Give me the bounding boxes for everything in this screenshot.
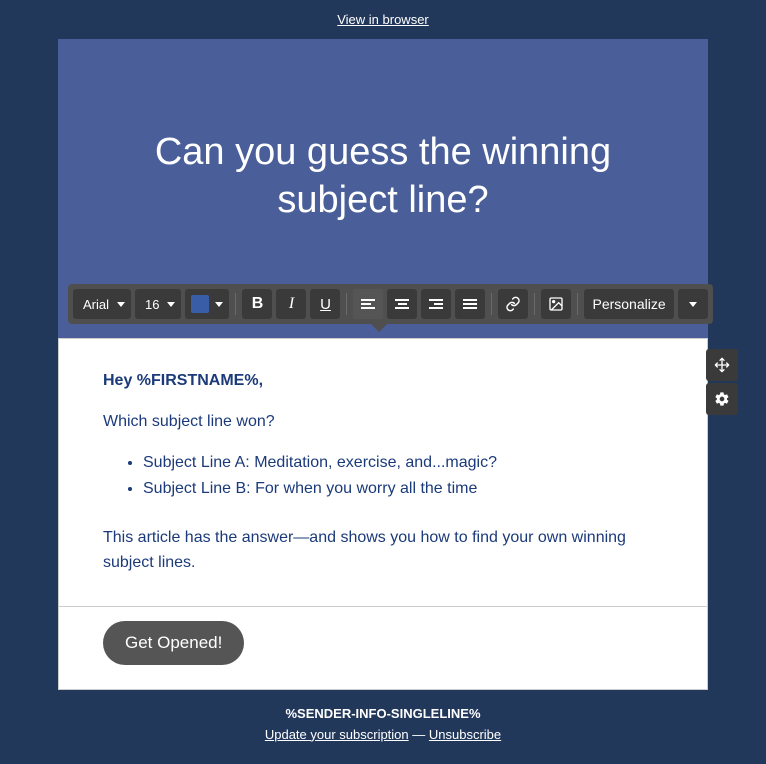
link-icon xyxy=(505,296,521,312)
align-justify-button[interactable] xyxy=(455,289,485,319)
toolbar-wrap: Arial 16 B I U xyxy=(58,284,708,324)
more-dropdown-button[interactable] xyxy=(678,289,708,319)
view-in-browser-bar: View in browser xyxy=(0,0,766,39)
question-text: Which subject line won? xyxy=(103,410,663,435)
block-settings-button[interactable] xyxy=(706,383,738,415)
align-left-button[interactable] xyxy=(353,289,383,319)
unsubscribe-link[interactable]: Unsubscribe xyxy=(429,727,501,742)
italic-button[interactable]: I xyxy=(276,289,306,319)
font-family-dropdown[interactable]: Arial xyxy=(73,289,131,319)
separator xyxy=(534,293,535,315)
align-left-icon xyxy=(361,299,375,309)
chevron-down-icon xyxy=(167,302,175,307)
chevron-down-icon xyxy=(215,302,223,307)
subject-line-list: Subject Line A: Meditation, exercise, an… xyxy=(143,451,663,503)
font-size-value: 16 xyxy=(145,297,159,312)
separator xyxy=(346,293,347,315)
footer-separator: — xyxy=(409,727,429,742)
image-icon xyxy=(548,296,564,312)
cta-block: Get Opened! xyxy=(58,607,708,690)
list-item: Subject Line B: For when you worry all t… xyxy=(143,477,663,502)
separator xyxy=(491,293,492,315)
hero-block: Can you guess the winning subject line? xyxy=(58,39,708,284)
align-right-icon xyxy=(429,299,443,309)
bold-button[interactable]: B xyxy=(242,289,272,319)
align-center-icon xyxy=(395,299,409,309)
view-in-browser-link[interactable]: View in browser xyxy=(337,12,429,27)
move-icon xyxy=(714,357,730,373)
link-button[interactable] xyxy=(498,289,528,319)
align-center-button[interactable] xyxy=(387,289,417,319)
rich-text-toolbar: Arial 16 B I U xyxy=(68,284,713,324)
separator xyxy=(577,293,578,315)
chevron-down-icon xyxy=(689,302,697,307)
email-body-block[interactable]: Hey %FIRSTNAME%, Which subject line won?… xyxy=(58,338,708,607)
gear-icon xyxy=(714,391,730,407)
font-family-value: Arial xyxy=(83,297,109,312)
underline-button[interactable]: U xyxy=(310,289,340,319)
closing-text: This article has the answer—and shows yo… xyxy=(103,526,663,576)
separator xyxy=(235,293,236,315)
personalize-button[interactable]: Personalize xyxy=(584,289,673,319)
sender-info: %SENDER-INFO-SINGLELINE% xyxy=(0,706,766,721)
font-color-dropdown[interactable] xyxy=(185,289,229,319)
image-button[interactable] xyxy=(541,289,571,319)
footer-links: Update your subscription — Unsubscribe xyxy=(0,727,766,742)
font-size-dropdown[interactable]: 16 xyxy=(135,289,181,319)
side-controls xyxy=(706,349,738,415)
email-container: Can you guess the winning subject line? … xyxy=(58,39,708,690)
chevron-down-icon xyxy=(117,302,125,307)
align-right-button[interactable] xyxy=(421,289,451,319)
move-block-button[interactable] xyxy=(706,349,738,381)
email-footer: %SENDER-INFO-SINGLELINE% Update your sub… xyxy=(0,690,766,764)
greeting-text: Hey %FIRSTNAME%, xyxy=(103,369,663,394)
hero-title: Can you guess the winning subject line? xyxy=(98,129,668,224)
align-justify-icon xyxy=(463,299,477,309)
list-item: Subject Line A: Meditation, exercise, an… xyxy=(143,451,663,476)
update-subscription-link[interactable]: Update your subscription xyxy=(265,727,409,742)
color-swatch-icon xyxy=(191,295,209,313)
cta-button[interactable]: Get Opened! xyxy=(103,621,244,665)
